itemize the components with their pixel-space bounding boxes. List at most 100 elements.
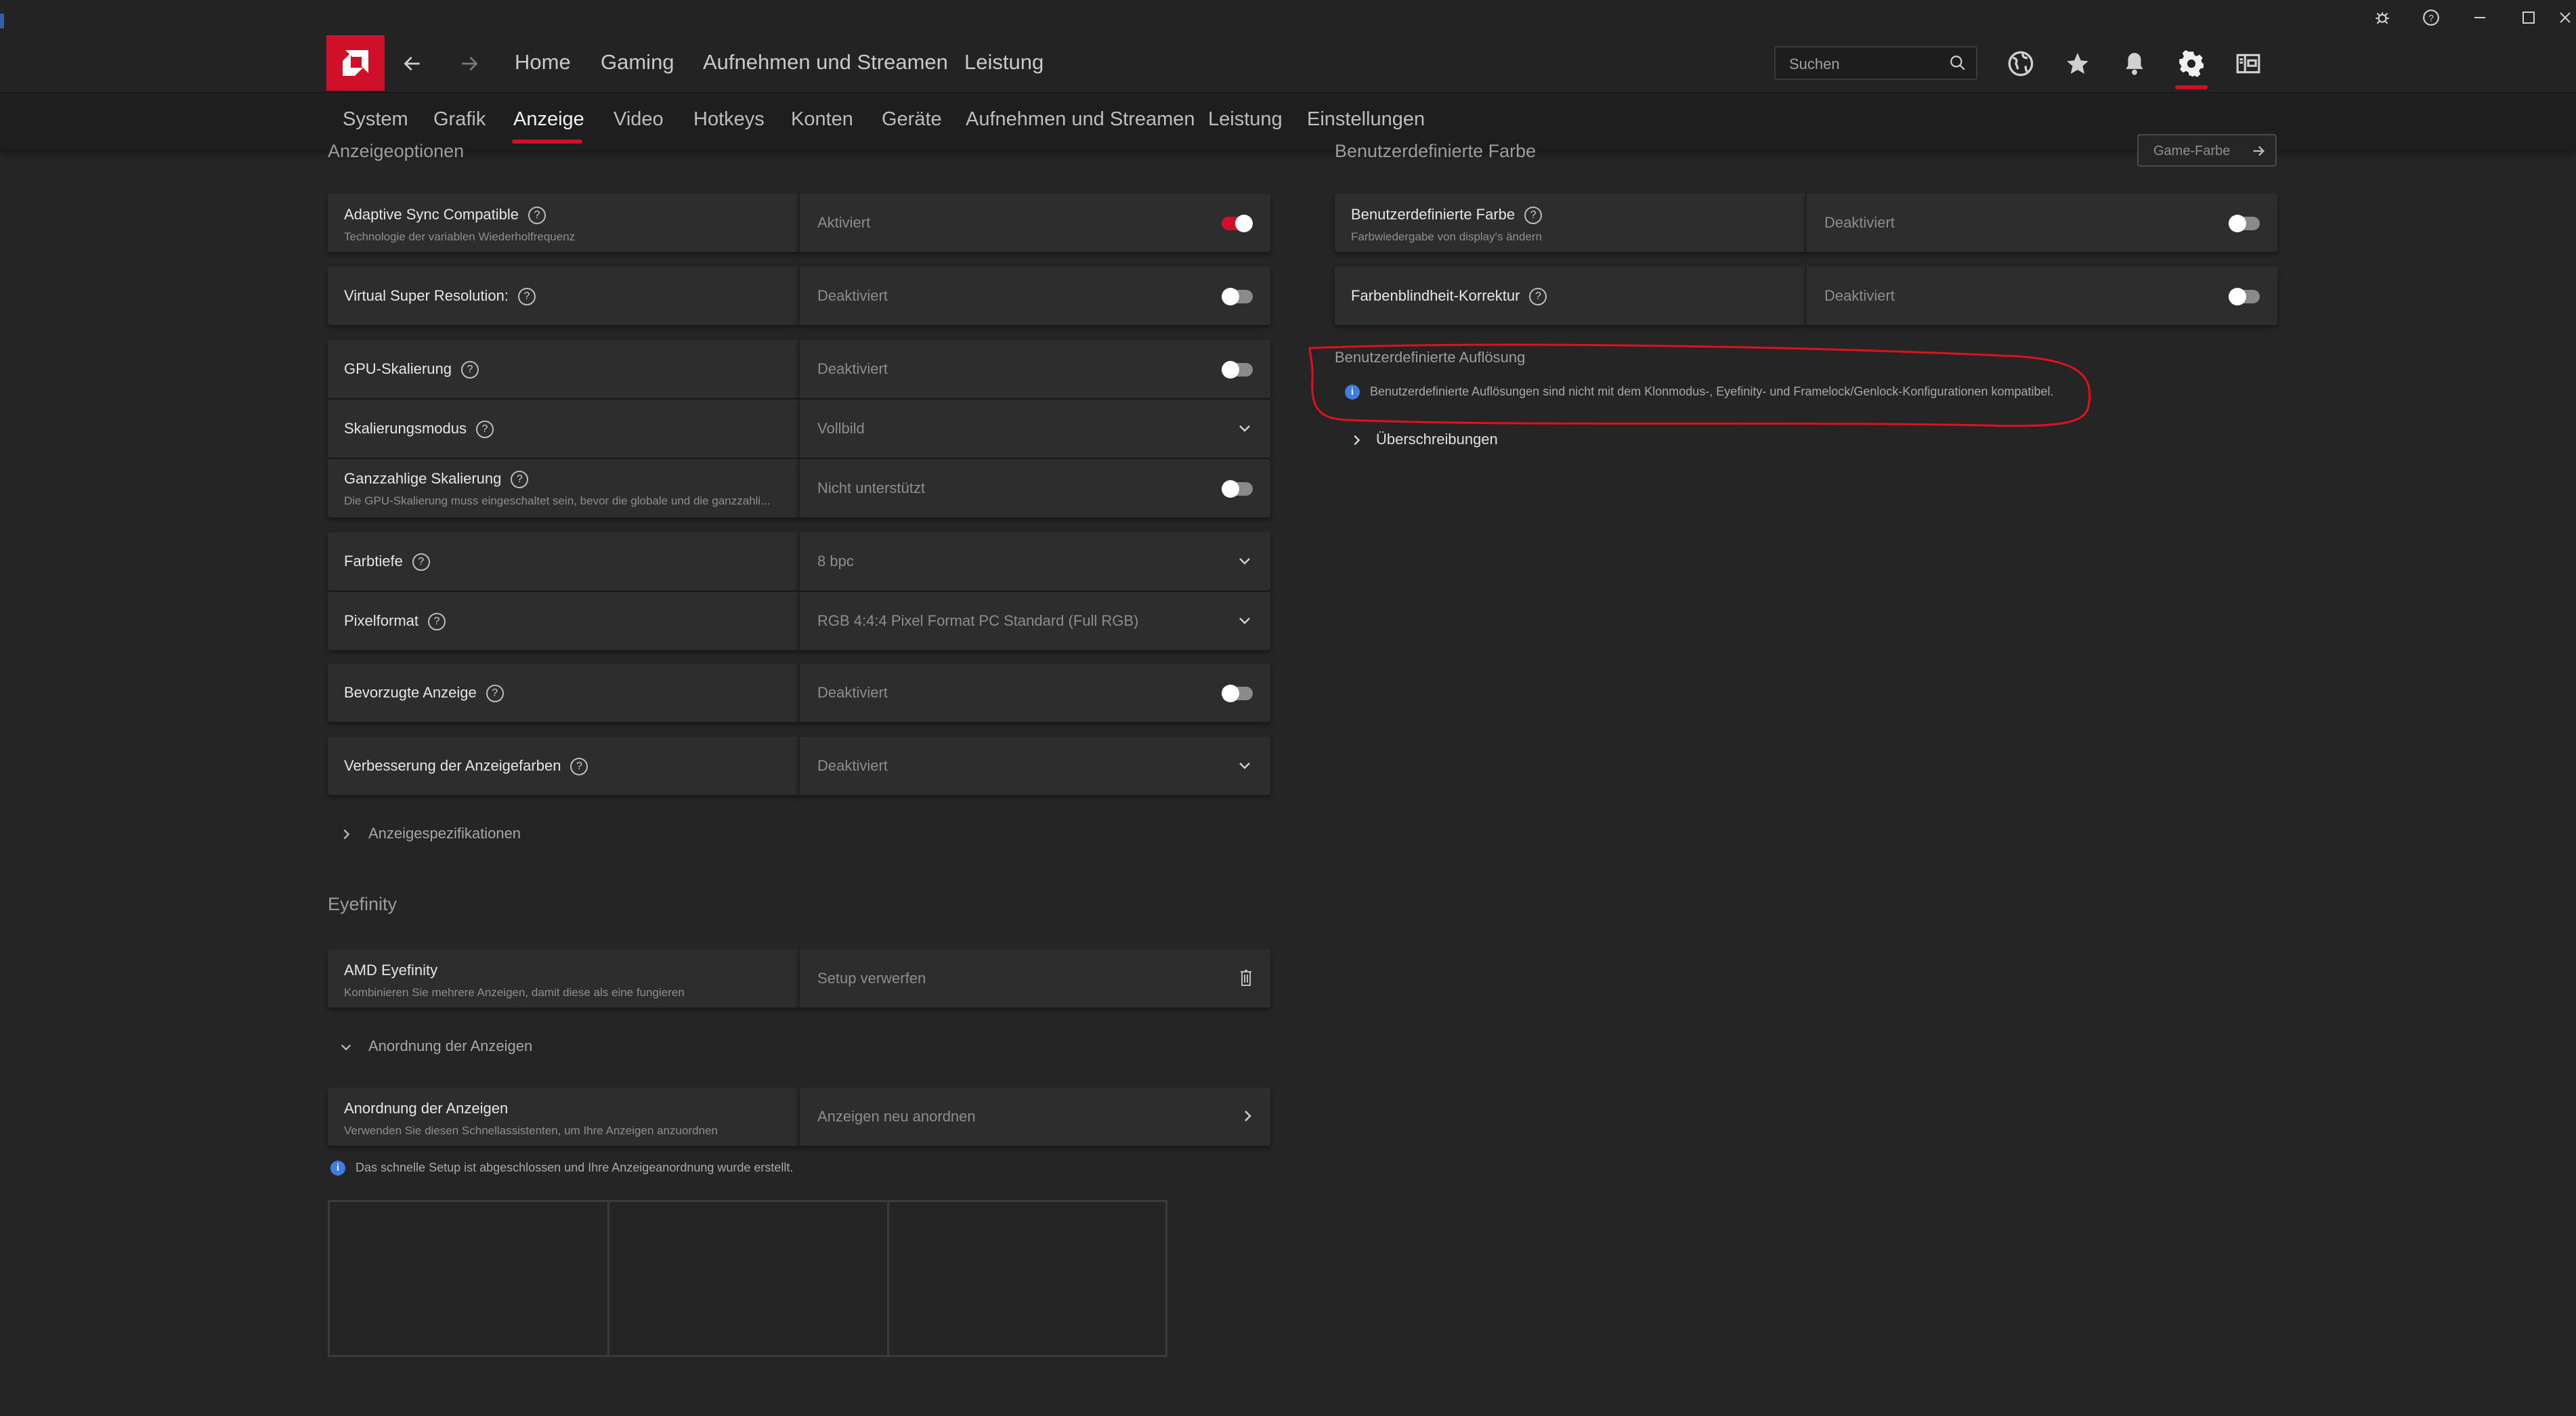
tab-graphics[interactable]: Grafik bbox=[433, 108, 486, 131]
setting-row-amd-eyefinity: AMD Eyefinity Kombinieren Sie mehrere An… bbox=[328, 949, 1270, 1008]
chevron-right-icon bbox=[1234, 1102, 1261, 1130]
scaling-mode-dropdown[interactable]: Vollbild bbox=[798, 400, 1270, 458]
help-circle-icon[interactable]: ? bbox=[475, 421, 494, 439]
setting-control-cell[interactable]: Deaktiviert bbox=[798, 340, 1270, 398]
tab-video[interactable]: Video bbox=[614, 108, 664, 131]
close-icon[interactable] bbox=[2553, 4, 2576, 31]
setting-row-color-depth: Farbtiefe? 8 bpc bbox=[328, 532, 1270, 591]
custom-color-toggle[interactable] bbox=[2229, 215, 2260, 232]
bug-report-icon[interactable] bbox=[2362, 4, 2403, 31]
tab-display[interactable]: Anzeige bbox=[513, 108, 584, 131]
setting-label-cell: Ganzzahlige Skalierung? Die GPU-Skalieru… bbox=[328, 459, 798, 517]
chevron-down-icon bbox=[341, 1044, 351, 1051]
setting-value: Deaktiviert bbox=[817, 684, 888, 701]
setting-value: Setup verwerfen bbox=[817, 970, 926, 987]
tab-performance[interactable]: Leistung bbox=[1208, 108, 1283, 131]
bell-icon[interactable] bbox=[2116, 45, 2153, 83]
amd-logo[interactable] bbox=[326, 35, 385, 91]
setting-value: Deaktiviert bbox=[817, 360, 888, 377]
setting-control-cell[interactable]: Aktiviert bbox=[798, 194, 1270, 252]
setting-row-integer-scaling: Ganzzahlige Skalierung? Die GPU-Skalieru… bbox=[328, 459, 1270, 517]
setting-label-cell: Farbenblindheit-Korrektur? bbox=[1335, 267, 1805, 325]
minimize-icon[interactable] bbox=[2460, 4, 2500, 31]
integer-scaling-toggle[interactable] bbox=[1222, 480, 1253, 498]
setting-description: Technologie der variablen Wiederholfrequ… bbox=[344, 230, 576, 243]
setting-control-cell[interactable]: Deaktiviert bbox=[798, 664, 1270, 722]
globe-icon[interactable] bbox=[2002, 45, 2040, 83]
adaptive-sync-toggle[interactable] bbox=[1222, 215, 1253, 232]
help-circle-icon[interactable]: ? bbox=[570, 758, 588, 776]
display-arrangement-grid bbox=[328, 1200, 1167, 1357]
help-circle-icon[interactable]: ? bbox=[486, 685, 504, 703]
setting-control-cell[interactable]: Nicht unterstützt bbox=[798, 459, 1270, 517]
setting-label-cell: Farbtiefe? bbox=[328, 532, 798, 591]
display-options-heading: Anzeigeoptionen bbox=[328, 141, 465, 161]
color-depth-dropdown[interactable]: 8 bpc bbox=[798, 532, 1270, 591]
vsr-toggle[interactable] bbox=[1222, 288, 1253, 305]
display-specs-expander[interactable]: Anzeigespezifikationen bbox=[339, 825, 521, 842]
preferred-display-toggle[interactable] bbox=[1222, 685, 1253, 702]
setting-control-cell[interactable]: Deaktiviert bbox=[1805, 267, 2277, 325]
help-circle-icon[interactable]: ? bbox=[511, 471, 529, 489]
setting-row-scaling-mode: Skalierungsmodus? Vollbild bbox=[328, 400, 1270, 458]
display-slot[interactable] bbox=[889, 1202, 1165, 1355]
rearrange-displays-button[interactable]: Anzeigen neu anordnen bbox=[798, 1088, 1270, 1146]
setting-label: Benutzerdefinierte Farbe bbox=[1351, 206, 1516, 223]
tab-preferences[interactable]: Einstellungen bbox=[1307, 108, 1425, 131]
maximize-icon[interactable] bbox=[2508, 4, 2549, 31]
setting-value: RGB 4:4:4 Pixel Format PC Standard (Full… bbox=[817, 612, 1139, 629]
search-icon[interactable] bbox=[1949, 54, 1967, 72]
window-edge-accent bbox=[0, 14, 4, 28]
display-arrangement-label: Anordnung der Anzeigen bbox=[368, 1037, 533, 1054]
setting-label-cell: Bevorzugte Anzeige? bbox=[328, 664, 798, 722]
sidebar-icon[interactable] bbox=[2229, 45, 2267, 83]
game-color-label: Game-Farbe bbox=[2153, 144, 2231, 158]
pixel-format-dropdown[interactable]: RGB 4:4:4 Pixel Format PC Standard (Full… bbox=[798, 592, 1270, 650]
help-circle-icon[interactable]: ? bbox=[428, 613, 446, 631]
tab-hotkeys[interactable]: Hotkeys bbox=[693, 108, 765, 131]
nav-home[interactable]: Home bbox=[515, 50, 571, 74]
setting-label: Bevorzugte Anzeige bbox=[344, 684, 477, 701]
display-arrangement-expander[interactable]: Anordnung der Anzeigen bbox=[339, 1037, 532, 1055]
color-blindness-toggle[interactable] bbox=[2229, 288, 2260, 305]
tab-system[interactable]: System bbox=[343, 108, 408, 131]
nav-record-stream[interactable]: Aufnehmen und Streamen bbox=[703, 50, 948, 74]
setting-row-display-color-enhancement: Verbesserung der Anzeigefarben? Deaktivi… bbox=[328, 737, 1270, 795]
setting-row-display-arrangement: Anordnung der Anzeigen Verwenden Sie die… bbox=[328, 1088, 1270, 1146]
help-circle-icon[interactable]: ? bbox=[1529, 288, 1547, 306]
star-icon[interactable] bbox=[2059, 45, 2097, 83]
back-arrow-icon[interactable] bbox=[395, 45, 429, 83]
setting-control-cell[interactable]: Deaktiviert bbox=[798, 267, 1270, 325]
help-circle-icon[interactable]: ? bbox=[528, 207, 546, 225]
tab-devices[interactable]: Geräte bbox=[882, 108, 942, 131]
gear-icon[interactable] bbox=[2172, 45, 2210, 83]
color-enhancement-dropdown[interactable]: Deaktiviert bbox=[798, 737, 1270, 795]
help-circle-icon[interactable]: ? bbox=[412, 553, 430, 572]
setup-complete-text: Das schnelle Setup ist abgeschlossen und… bbox=[356, 1161, 794, 1174]
setting-row-preferred-display: Bevorzugte Anzeige? Deaktiviert bbox=[328, 664, 1270, 722]
setting-label-cell: Verbesserung der Anzeigefarben? bbox=[328, 737, 798, 795]
help-icon[interactable]: ? bbox=[2411, 4, 2451, 31]
display-slot[interactable] bbox=[330, 1202, 609, 1355]
setting-row-adaptive-sync: Adaptive Sync Compatible? Technologie de… bbox=[328, 194, 1270, 252]
setting-control-cell[interactable]: Deaktiviert bbox=[1805, 194, 2277, 252]
forward-arrow-icon[interactable] bbox=[452, 45, 486, 83]
setting-label: Farbtiefe bbox=[344, 553, 403, 570]
tab-record-stream[interactable]: Aufnehmen und Streamen bbox=[966, 108, 1195, 131]
search-input[interactable] bbox=[1788, 53, 1939, 75]
discard-setup-button[interactable]: Setup verwerfen bbox=[798, 949, 1270, 1008]
nav-performance[interactable]: Leistung bbox=[964, 50, 1044, 74]
help-circle-icon[interactable]: ? bbox=[1524, 207, 1543, 225]
help-circle-icon[interactable]: ? bbox=[460, 361, 479, 379]
chevron-down-icon bbox=[1231, 547, 1258, 574]
chevron-down-icon bbox=[1231, 607, 1258, 634]
setting-label: Ganzzahlige Skalierung bbox=[344, 470, 502, 487]
search-box[interactable] bbox=[1774, 46, 1977, 80]
game-color-button[interactable]: Game-Farbe bbox=[2137, 134, 2277, 167]
arrow-right-icon bbox=[2253, 146, 2264, 156]
nav-gaming[interactable]: Gaming bbox=[601, 50, 674, 74]
tab-accounts[interactable]: Konten bbox=[791, 108, 853, 131]
display-slot[interactable] bbox=[609, 1202, 889, 1355]
gpu-scaling-toggle[interactable] bbox=[1222, 361, 1253, 379]
help-circle-icon[interactable]: ? bbox=[517, 288, 536, 306]
